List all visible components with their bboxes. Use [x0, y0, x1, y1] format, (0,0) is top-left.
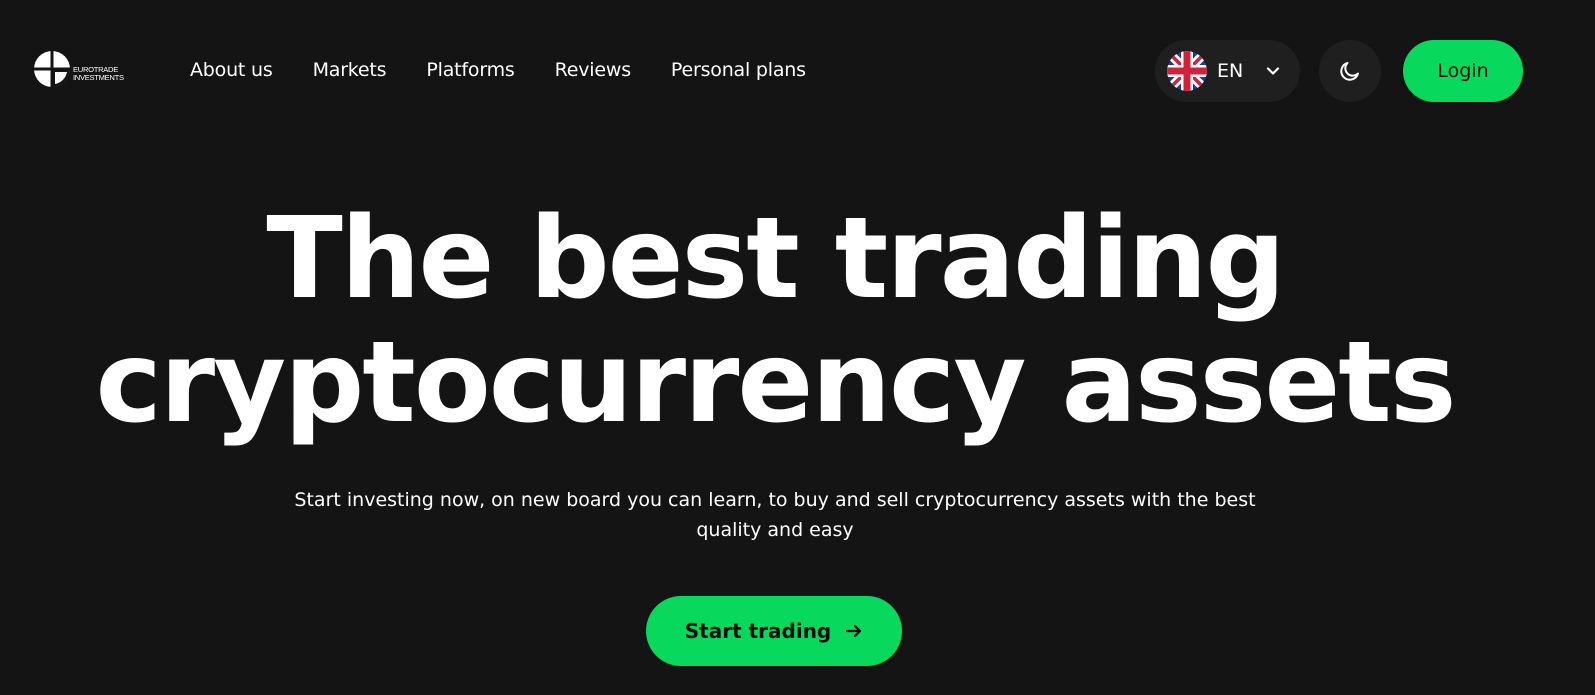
- language-selector[interactable]: EN: [1155, 40, 1300, 102]
- logo-mark-icon: [34, 51, 70, 87]
- hero-subtitle: Start investing now, on new board you ca…: [294, 489, 1256, 541]
- nav-item-markets[interactable]: Markets: [313, 56, 387, 84]
- brand-name-line2: INVESTMENTS: [73, 73, 124, 82]
- main-nav: About us Markets Platforms Reviews Perso…: [190, 56, 806, 84]
- nav-item-about-us[interactable]: About us: [190, 56, 273, 84]
- start-trading-button[interactable]: Start trading: [646, 596, 902, 666]
- chevron-down-icon: [1266, 67, 1280, 75]
- uk-flag-icon: [1167, 51, 1207, 91]
- brand-name: EUROTRADE INVESTMENTS: [73, 65, 124, 83]
- hero-title-line2: cryptocurrency assets: [95, 318, 1456, 448]
- nav-item-personal-plans[interactable]: Personal plans: [671, 56, 806, 84]
- nav-item-platforms[interactable]: Platforms: [426, 56, 514, 84]
- hero-title: The best trading cryptocurrency assets: [0, 197, 1550, 445]
- moon-icon: [1340, 62, 1359, 81]
- login-button[interactable]: Login: [1403, 40, 1523, 102]
- theme-toggle-button[interactable]: [1319, 40, 1381, 102]
- language-code: EN: [1217, 60, 1244, 82]
- brand-logo[interactable]: EUROTRADE INVESTMENTS: [34, 51, 124, 87]
- arrow-right-icon: [846, 624, 862, 638]
- nav-item-reviews[interactable]: Reviews: [555, 56, 631, 84]
- hero-title-line1: The best trading: [266, 194, 1285, 324]
- start-trading-label: Start trading: [684, 619, 832, 643]
